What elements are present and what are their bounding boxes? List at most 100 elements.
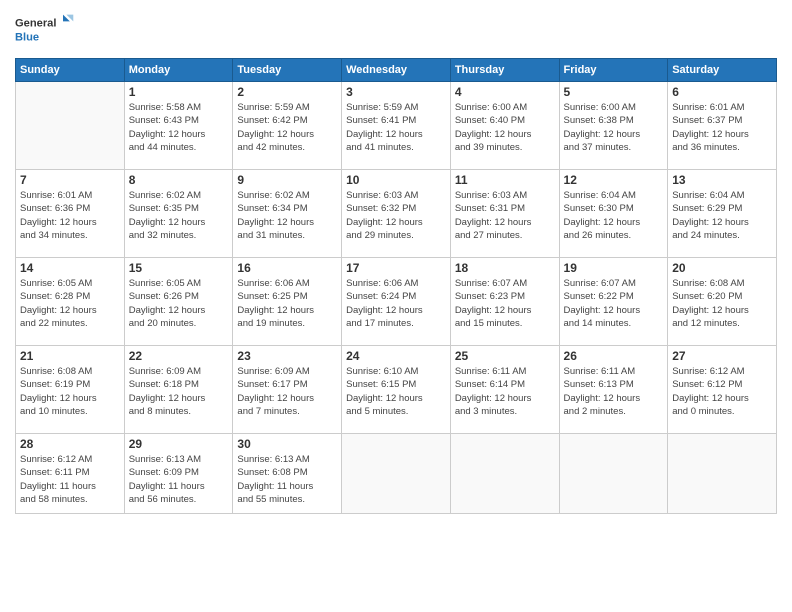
day-info: Sunrise: 6:02 AM Sunset: 6:35 PM Dayligh… <box>129 189 229 242</box>
day-info: Sunrise: 6:01 AM Sunset: 6:36 PM Dayligh… <box>20 189 120 242</box>
day-info: Sunrise: 6:05 AM Sunset: 6:26 PM Dayligh… <box>129 277 229 330</box>
day-number: 21 <box>20 349 120 363</box>
calendar-cell: 13 Sunrise: 6:04 AM Sunset: 6:29 PM Dayli… <box>668 170 777 258</box>
day-number: 28 <box>20 437 120 451</box>
day-number: 4 <box>455 85 555 99</box>
day-info: Sunrise: 5:58 AM Sunset: 6:43 PM Dayligh… <box>129 101 229 154</box>
day-number: 14 <box>20 261 120 275</box>
calendar-cell: 28 Sunrise: 6:12 AM Sunset: 6:11 PM Dayli… <box>16 434 125 514</box>
calendar-cell: 2 Sunrise: 5:59 AM Sunset: 6:42 PM Daylig… <box>233 82 342 170</box>
day-number: 3 <box>346 85 446 99</box>
day-number: 12 <box>564 173 664 187</box>
calendar-cell: 18 Sunrise: 6:07 AM Sunset: 6:23 PM Dayli… <box>450 258 559 346</box>
day-info: Sunrise: 6:06 AM Sunset: 6:24 PM Dayligh… <box>346 277 446 330</box>
day-info: Sunrise: 6:03 AM Sunset: 6:32 PM Dayligh… <box>346 189 446 242</box>
calendar-cell <box>559 434 668 514</box>
day-info: Sunrise: 6:07 AM Sunset: 6:22 PM Dayligh… <box>564 277 664 330</box>
day-info: Sunrise: 6:08 AM Sunset: 6:20 PM Dayligh… <box>672 277 772 330</box>
day-info: Sunrise: 6:04 AM Sunset: 6:29 PM Dayligh… <box>672 189 772 242</box>
calendar-cell: 1 Sunrise: 5:58 AM Sunset: 6:43 PM Daylig… <box>124 82 233 170</box>
calendar-cell: 16 Sunrise: 6:06 AM Sunset: 6:25 PM Dayli… <box>233 258 342 346</box>
day-info: Sunrise: 6:02 AM Sunset: 6:34 PM Dayligh… <box>237 189 337 242</box>
day-number: 25 <box>455 349 555 363</box>
day-info: Sunrise: 6:13 AM Sunset: 6:08 PM Dayligh… <box>237 453 337 506</box>
weekday-header: Friday <box>559 59 668 82</box>
day-number: 29 <box>129 437 229 451</box>
calendar-cell: 7 Sunrise: 6:01 AM Sunset: 6:36 PM Daylig… <box>16 170 125 258</box>
day-number: 5 <box>564 85 664 99</box>
calendar-cell: 19Sunrise: 6:07 AM Sunset: 6:22 PM Dayli… <box>559 258 668 346</box>
day-number: 9 <box>237 173 337 187</box>
day-number: 16 <box>237 261 337 275</box>
logo: General Blue <box>15 10 75 50</box>
day-info: Sunrise: 6:13 AM Sunset: 6:09 PM Dayligh… <box>129 453 229 506</box>
calendar-cell: 30Sunrise: 6:13 AM Sunset: 6:08 PM Dayli… <box>233 434 342 514</box>
calendar-cell: 17 Sunrise: 6:06 AM Sunset: 6:24 PM Dayli… <box>342 258 451 346</box>
day-number: 23 <box>237 349 337 363</box>
day-number: 1 <box>129 85 229 99</box>
day-number: 24 <box>346 349 446 363</box>
calendar-cell <box>16 82 125 170</box>
day-number: 15 <box>129 261 229 275</box>
day-info: Sunrise: 6:07 AM Sunset: 6:23 PM Dayligh… <box>455 277 555 330</box>
calendar-cell: 14Sunrise: 6:05 AM Sunset: 6:28 PM Dayli… <box>16 258 125 346</box>
day-number: 18 <box>455 261 555 275</box>
calendar-cell: 20 Sunrise: 6:08 AM Sunset: 6:20 PM Dayli… <box>668 258 777 346</box>
logo-svg: General Blue <box>15 10 75 50</box>
day-info: Sunrise: 6:04 AM Sunset: 6:30 PM Dayligh… <box>564 189 664 242</box>
calendar-cell: 24Sunrise: 6:10 AM Sunset: 6:15 PM Dayli… <box>342 346 451 434</box>
calendar-cell: 15 Sunrise: 6:05 AM Sunset: 6:26 PM Dayli… <box>124 258 233 346</box>
calendar-cell: 21 Sunrise: 6:08 AM Sunset: 6:19 PM Dayli… <box>16 346 125 434</box>
day-info: Sunrise: 6:08 AM Sunset: 6:19 PM Dayligh… <box>20 365 120 418</box>
day-info: Sunrise: 6:11 AM Sunset: 6:14 PM Dayligh… <box>455 365 555 418</box>
day-number: 26 <box>564 349 664 363</box>
calendar-cell <box>668 434 777 514</box>
day-number: 13 <box>672 173 772 187</box>
weekday-header: Tuesday <box>233 59 342 82</box>
day-info: Sunrise: 6:09 AM Sunset: 6:18 PM Dayligh… <box>129 365 229 418</box>
day-number: 22 <box>129 349 229 363</box>
calendar-cell: 5 Sunrise: 6:00 AM Sunset: 6:38 PM Daylig… <box>559 82 668 170</box>
calendar-cell: 26 Sunrise: 6:11 AM Sunset: 6:13 PM Dayli… <box>559 346 668 434</box>
day-info: Sunrise: 5:59 AM Sunset: 6:41 PM Dayligh… <box>346 101 446 154</box>
day-info: Sunrise: 5:59 AM Sunset: 6:42 PM Dayligh… <box>237 101 337 154</box>
calendar-cell: 10 Sunrise: 6:03 AM Sunset: 6:32 PM Dayli… <box>342 170 451 258</box>
calendar-cell: 22 Sunrise: 6:09 AM Sunset: 6:18 PM Dayli… <box>124 346 233 434</box>
day-number: 27 <box>672 349 772 363</box>
calendar-table: SundayMondayTuesdayWednesdayThursdayFrid… <box>15 58 777 514</box>
calendar-cell: 27Sunrise: 6:12 AM Sunset: 6:12 PM Dayli… <box>668 346 777 434</box>
day-number: 20 <box>672 261 772 275</box>
calendar-cell <box>342 434 451 514</box>
day-number: 6 <box>672 85 772 99</box>
day-info: Sunrise: 6:00 AM Sunset: 6:38 PM Dayligh… <box>564 101 664 154</box>
day-info: Sunrise: 6:11 AM Sunset: 6:13 PM Dayligh… <box>564 365 664 418</box>
weekday-header: Monday <box>124 59 233 82</box>
day-number: 2 <box>237 85 337 99</box>
day-number: 10 <box>346 173 446 187</box>
calendar-cell: 8 Sunrise: 6:02 AM Sunset: 6:35 PM Daylig… <box>124 170 233 258</box>
day-info: Sunrise: 6:09 AM Sunset: 6:17 PM Dayligh… <box>237 365 337 418</box>
day-info: Sunrise: 6:06 AM Sunset: 6:25 PM Dayligh… <box>237 277 337 330</box>
svg-text:General: General <box>15 18 56 30</box>
svg-text:Blue: Blue <box>15 31 39 43</box>
day-info: Sunrise: 6:00 AM Sunset: 6:40 PM Dayligh… <box>455 101 555 154</box>
calendar-cell: 3 Sunrise: 5:59 AM Sunset: 6:41 PM Daylig… <box>342 82 451 170</box>
calendar-cell: 12 Sunrise: 6:04 AM Sunset: 6:30 PM Dayli… <box>559 170 668 258</box>
day-info: Sunrise: 6:03 AM Sunset: 6:31 PM Dayligh… <box>455 189 555 242</box>
day-number: 17 <box>346 261 446 275</box>
day-info: Sunrise: 6:12 AM Sunset: 6:11 PM Dayligh… <box>20 453 120 506</box>
calendar-cell: 4 Sunrise: 6:00 AM Sunset: 6:40 PM Daylig… <box>450 82 559 170</box>
day-number: 11 <box>455 173 555 187</box>
calendar-cell: 29 Sunrise: 6:13 AM Sunset: 6:09 PM Dayli… <box>124 434 233 514</box>
calendar-cell <box>450 434 559 514</box>
day-number: 7 <box>20 173 120 187</box>
calendar-cell: 9 Sunrise: 6:02 AM Sunset: 6:34 PM Daylig… <box>233 170 342 258</box>
calendar-cell: 6 Sunrise: 6:01 AM Sunset: 6:37 PM Daylig… <box>668 82 777 170</box>
weekday-header: Thursday <box>450 59 559 82</box>
calendar-cell: 25 Sunrise: 6:11 AM Sunset: 6:14 PM Dayli… <box>450 346 559 434</box>
weekday-header: Wednesday <box>342 59 451 82</box>
day-info: Sunrise: 6:01 AM Sunset: 6:37 PM Dayligh… <box>672 101 772 154</box>
weekday-header: Sunday <box>16 59 125 82</box>
calendar-cell: 23 Sunrise: 6:09 AM Sunset: 6:17 PM Dayli… <box>233 346 342 434</box>
day-number: 8 <box>129 173 229 187</box>
